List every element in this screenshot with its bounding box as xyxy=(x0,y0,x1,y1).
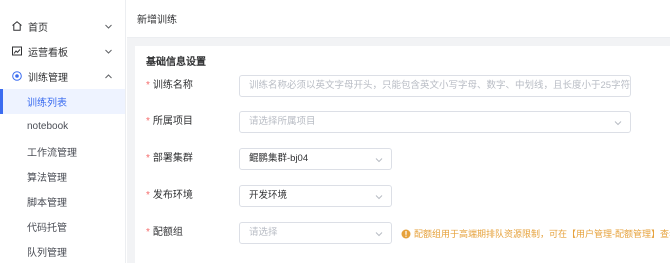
training-icon xyxy=(12,71,22,81)
placeholder-text: 请选择 xyxy=(249,227,278,238)
chevron-down-icon xyxy=(105,49,112,54)
menu-label: 运营看板 xyxy=(28,48,68,59)
sidebar: 首页 运营看板 训练管理 训练列表 notebook 工作流管理 算法管理 脚本… xyxy=(0,0,126,263)
menu-label: 训练管理 xyxy=(28,73,68,84)
chevron-down-icon xyxy=(375,158,383,163)
sub-item-label: 代码托管 xyxy=(27,223,67,234)
sidebar-item-script[interactable]: 脚本管理 xyxy=(0,189,125,214)
required-mark: * xyxy=(146,190,150,201)
quota-group-select[interactable]: 请选择 xyxy=(239,222,392,244)
home-icon xyxy=(12,21,22,31)
chevron-down-icon xyxy=(375,195,383,200)
chevron-down-icon xyxy=(105,24,112,29)
sidebar-item-training-list[interactable]: 训练列表 xyxy=(0,89,125,114)
sidebar-item-code-hosting[interactable]: 代码托管 xyxy=(0,214,125,239)
project-label: * 所属项目 xyxy=(146,116,193,127)
menu-item-dashboard[interactable]: 运营看板 xyxy=(0,39,125,64)
project-select[interactable]: 请选择所属项目 xyxy=(239,111,631,133)
section-title: 基础信息设置 xyxy=(146,57,206,68)
sub-item-label: 训练列表 xyxy=(27,98,67,109)
required-mark: * xyxy=(146,153,150,164)
chevron-down-icon xyxy=(614,121,622,126)
divider xyxy=(127,38,670,46)
menu-item-training[interactable]: 训练管理 xyxy=(0,64,125,89)
placeholder-text: 训练名称必须以英文字母开头，只能包含英文小写字母、数字、中划线，且长度小于25字… xyxy=(249,80,631,91)
sub-item-label: 工作流管理 xyxy=(27,148,77,159)
quota-hint: 配额组用于高端期排队资源限制，可在【用户管理-配额管理】查看更多 xyxy=(401,227,670,240)
environment-label: * 发布环境 xyxy=(146,190,193,201)
training-name-label: * 训练名称 xyxy=(146,80,193,91)
warning-icon xyxy=(401,229,411,238)
menu-item-home[interactable]: 首页 xyxy=(0,14,125,39)
placeholder-text: 请选择所属项目 xyxy=(249,116,316,127)
sub-item-label: 脚本管理 xyxy=(27,198,67,209)
chevron-up-icon xyxy=(105,74,112,79)
selected-value: 开发环境 xyxy=(249,190,288,201)
menu-label: 首页 xyxy=(28,23,48,34)
dashboard-icon xyxy=(12,46,22,56)
required-mark: * xyxy=(146,80,150,91)
environment-select[interactable]: 开发环境 xyxy=(239,185,392,207)
sub-item-label: 队列管理 xyxy=(27,248,67,259)
sidebar-item-algorithm[interactable]: 算法管理 xyxy=(0,164,125,189)
page-title: 新增训练 xyxy=(137,15,177,26)
sub-item-label: 算法管理 xyxy=(27,173,67,184)
required-mark: * xyxy=(146,227,150,238)
sub-item-label: notebook xyxy=(27,121,69,132)
sidebar-item-queue[interactable]: 队列管理 xyxy=(0,239,125,263)
sidebar-item-notebook[interactable]: notebook xyxy=(0,114,125,139)
quota-hint-text: 配额组用于高端期排队资源限制，可在【用户管理-配额管理】查看更多 xyxy=(414,229,670,239)
required-mark: * xyxy=(146,116,150,127)
cluster-select[interactable]: 鲲鹏集群-bj04 xyxy=(239,148,392,170)
quota-group-label: * 配额组 xyxy=(146,227,183,238)
divider xyxy=(127,46,135,263)
page-header: 新增训练 xyxy=(127,0,670,38)
sidebar-item-workflow[interactable]: 工作流管理 xyxy=(0,139,125,164)
cluster-label: * 部署集群 xyxy=(146,153,193,164)
chevron-down-icon xyxy=(375,232,383,237)
selected-value: 鲲鹏集群-bj04 xyxy=(249,153,309,164)
training-name-input[interactable]: 训练名称必须以英文字母开头，只能包含英文小写字母、数字、中划线，且长度小于25字… xyxy=(239,75,631,97)
